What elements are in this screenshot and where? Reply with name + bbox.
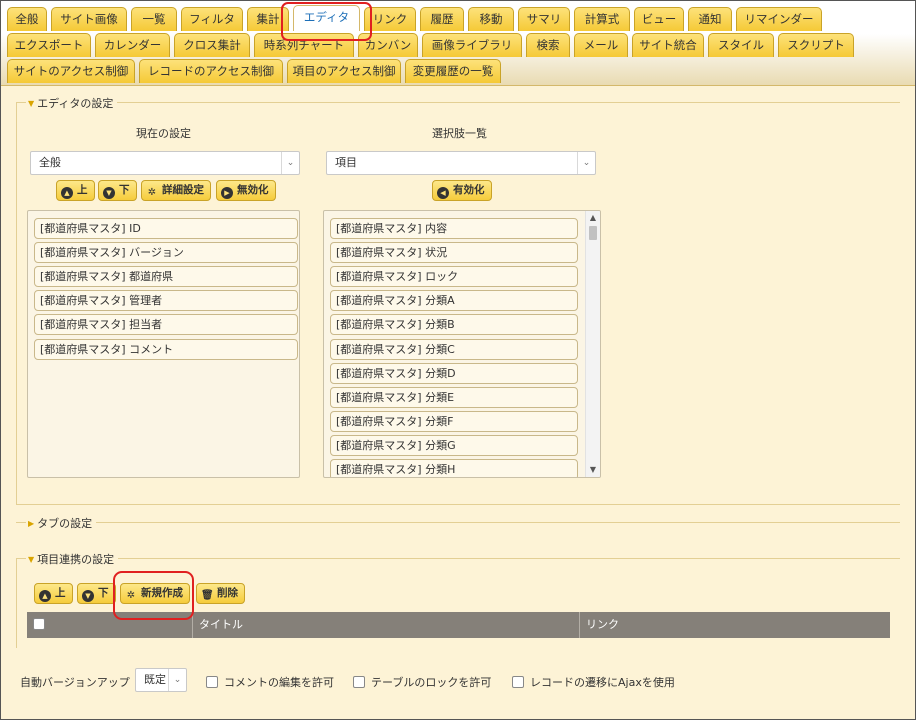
list-item[interactable]: [都道府県マスタ] 分類H: [330, 459, 578, 477]
move-down-button[interactable]: ▼ 下: [98, 180, 137, 201]
trash-icon: 🗑: [201, 590, 214, 601]
tab-site-integration[interactable]: サイト統合: [632, 33, 704, 57]
list-item[interactable]: [都道府県マスタ] 都道府県: [34, 266, 298, 287]
tab-style[interactable]: スタイル: [708, 33, 774, 57]
caret-down-icon: ▼: [28, 555, 35, 564]
caret-down-icon: ▼: [28, 99, 35, 108]
linking-settings-legend[interactable]: ▼ 項目連携の設定: [26, 551, 119, 567]
current-settings-list[interactable]: [都道府県マスタ] ID [都道府県マスタ] バージョン [都道府県マスタ] 都…: [27, 210, 300, 478]
allow-table-lock-option[interactable]: テーブルのロックを許可: [353, 674, 491, 690]
disable-button[interactable]: ▶ 無効化: [216, 180, 276, 201]
current-settings-heading: 現在の設定: [136, 127, 191, 140]
chevron-up-icon: ▲: [39, 590, 51, 602]
link-move-down-button[interactable]: ▼ 下: [77, 583, 116, 604]
chevron-left-icon: ◀: [437, 187, 449, 199]
editor-fieldset-border-bottom: [16, 504, 900, 505]
tab-history[interactable]: 履歴: [420, 7, 464, 31]
tab-mail[interactable]: メール: [574, 33, 628, 57]
chevron-down-icon: ⌄: [281, 152, 299, 174]
list-item[interactable]: [都道府県マスタ] ID: [34, 218, 298, 239]
use-ajax-transition-checkbox[interactable]: [512, 676, 524, 688]
tab-calendar[interactable]: カレンダー: [95, 33, 170, 57]
list-item[interactable]: [都道府県マスタ] コメント: [34, 339, 298, 360]
auto-version-label: 自動バージョンアップ: [20, 676, 130, 689]
detail-settings-button[interactable]: ✲ 詳細設定: [141, 180, 211, 201]
move-up-button[interactable]: ▲ 上: [56, 180, 95, 201]
list-item[interactable]: [都道府県マスタ] 管理者: [34, 290, 298, 311]
chevron-right-icon: ▶: [221, 187, 233, 199]
chevron-down-icon: ⌄: [577, 152, 595, 174]
tab-settings-border: [16, 522, 900, 523]
tab-cross-tab[interactable]: クロス集計: [174, 33, 250, 57]
tab-summary[interactable]: サマリ: [518, 7, 570, 31]
scroll-up-icon[interactable]: ▲: [586, 211, 600, 225]
list-item[interactable]: [都道府県マスタ] 分類D: [330, 363, 578, 384]
tab-image-library[interactable]: 画像ライブラリ: [422, 33, 522, 57]
list-item[interactable]: [都道府県マスタ] 内容: [330, 218, 578, 239]
editor-fieldset-border-left: [16, 102, 17, 504]
tab-move[interactable]: 移動: [468, 7, 514, 31]
list-item[interactable]: [都道府県マスタ] 分類A: [330, 290, 578, 311]
editor-fieldset-border-top: [16, 102, 900, 103]
list-item[interactable]: [都道府県マスタ] 担当者: [34, 314, 298, 335]
tab-export[interactable]: エクスポート: [7, 33, 91, 57]
linking-fieldset-border-left: [16, 558, 17, 648]
tab-bar: 全般 サイト画像 一覧 フィルタ 集計 エディタ リンク 履歴 移動 サマリ 計…: [0, 0, 916, 86]
linking-fieldset-border-top: [16, 558, 900, 559]
auto-version-select[interactable]: 既定 ⌄: [135, 668, 187, 692]
tab-column-access-control[interactable]: 項目のアクセス制御: [287, 59, 401, 83]
column-header-link[interactable]: リンク: [579, 612, 890, 638]
caret-right-icon: ▶: [28, 519, 35, 528]
chevron-up-icon: ▲: [61, 187, 73, 199]
allow-comment-edit-checkbox[interactable]: [206, 676, 218, 688]
tab-settings-legend[interactable]: ▶ タブの設定: [26, 515, 97, 531]
enable-button[interactable]: ◀ 有効化: [432, 180, 492, 201]
chevron-down-icon: ⌄: [168, 669, 186, 691]
scroll-down-icon[interactable]: ▼: [586, 463, 600, 477]
tab-script[interactable]: スクリプト: [778, 33, 854, 57]
chevron-down-icon: ▼: [103, 187, 115, 199]
list-item[interactable]: [都道府県マスタ] 分類E: [330, 387, 578, 408]
list-item[interactable]: [都道府県マスタ] 分類G: [330, 435, 578, 456]
tab-record-access-control[interactable]: レコードのアクセス制御: [139, 59, 283, 83]
tab-notification[interactable]: 通知: [688, 7, 732, 31]
chevron-down-icon: ▼: [82, 590, 94, 602]
list-item[interactable]: [都道府県マスタ] 分類B: [330, 314, 578, 335]
tab-site-image[interactable]: サイト画像: [51, 7, 127, 31]
delete-link-button[interactable]: 🗑 削除: [196, 583, 245, 604]
options-list-scrollbar[interactable]: ▲ ▼: [585, 211, 600, 477]
tab-change-history-list[interactable]: 変更履歴の一覧: [405, 59, 501, 83]
link-move-up-button[interactable]: ▲ 上: [34, 583, 73, 604]
new-button-highlight: [113, 571, 194, 620]
tab-reminder[interactable]: リマインダー: [736, 7, 822, 31]
list-item[interactable]: [都道府県マスタ] 状況: [330, 242, 578, 263]
column-header-title[interactable]: タイトル: [192, 612, 579, 638]
editor-tab-highlight: [281, 2, 372, 41]
list-item[interactable]: [都道府県マスタ] バージョン: [34, 242, 298, 263]
options-select[interactable]: 項目 ⌄: [326, 151, 596, 175]
tab-filter[interactable]: フィルタ: [181, 7, 243, 31]
tab-formula[interactable]: 計算式: [574, 7, 630, 31]
options-list[interactable]: [都道府県マスタ] 内容 [都道府県マスタ] 状況 [都道府県マスタ] ロック …: [323, 210, 601, 478]
scroll-thumb[interactable]: [589, 226, 597, 240]
tab-site-access-control[interactable]: サイトのアクセス制御: [7, 59, 135, 83]
list-item[interactable]: [都道府県マスタ] ロック: [330, 266, 578, 287]
tab-general[interactable]: 全般: [7, 7, 47, 31]
current-settings-select[interactable]: 全般 ⌄: [30, 151, 300, 175]
select-all-checkbox[interactable]: [33, 618, 45, 630]
allow-table-lock-checkbox[interactable]: [353, 676, 365, 688]
list-item[interactable]: [都道府県マスタ] 分類F: [330, 411, 578, 432]
tab-search[interactable]: 検索: [526, 33, 570, 57]
tab-list[interactable]: 一覧: [131, 7, 177, 31]
allow-comment-edit-option[interactable]: コメントの編集を許可: [206, 674, 334, 690]
editor-settings-legend[interactable]: ▼ エディタの設定: [26, 95, 118, 111]
tab-view[interactable]: ビュー: [634, 7, 684, 31]
gear-icon: ✲: [147, 187, 157, 198]
list-item[interactable]: [都道府県マスタ] 分類C: [330, 339, 578, 360]
use-ajax-transition-option[interactable]: レコードの遷移にAjaxを使用: [512, 674, 675, 690]
options-list-heading: 選択肢一覧: [432, 127, 487, 140]
